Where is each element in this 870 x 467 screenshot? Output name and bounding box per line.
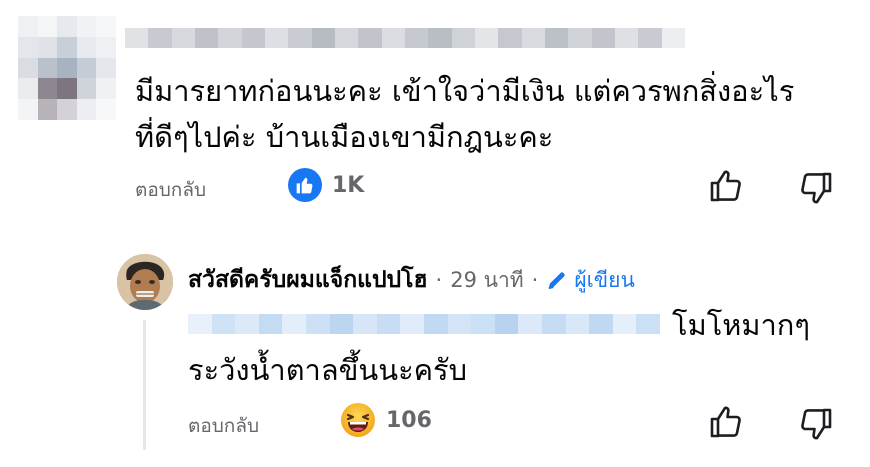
reply-thread-line xyxy=(143,320,146,450)
author-badge: ผู้เขียน xyxy=(546,264,635,297)
reply-avatar[interactable] xyxy=(117,254,173,310)
reply-reaction-summary[interactable]: 106 xyxy=(340,402,432,438)
author-badge-label: ผู้เขียน xyxy=(574,267,635,292)
reply-author-name[interactable]: สวัสดีครับผมแจ็กแปปโฮ xyxy=(188,262,428,298)
pencil-icon xyxy=(548,272,566,290)
meta-separator: · xyxy=(435,268,443,292)
reply-text-line-2: ระวังน้ำตาลขึ้นนะครับ xyxy=(188,353,468,387)
laughing-face-icon xyxy=(341,403,375,437)
reply-button[interactable]: ตอบกลับ xyxy=(135,175,206,205)
thumbs-down-icon[interactable] xyxy=(796,168,836,208)
mentioned-name-pixelated[interactable] xyxy=(188,314,660,334)
reply-reaction-count: 106 xyxy=(386,407,432,433)
reply-thumbs-down-icon[interactable] xyxy=(796,404,836,444)
reaction-summary[interactable]: 1K xyxy=(288,168,364,202)
reaction-count: 1K xyxy=(332,172,365,198)
meta-separator-2: · xyxy=(531,268,539,292)
comment-text-line-2: ที่ดีๆไปค่ะ บ้านเมืองเขามีกฎนะคะ xyxy=(135,120,554,154)
commenter-avatar-pixelated[interactable] xyxy=(18,16,116,120)
comment-text-line-1: มีมารยาทก่อนนะคะ เข้าใจว่ามีเงิน แต่ควรพ… xyxy=(135,74,795,108)
commenter-name-pixelated[interactable] xyxy=(125,28,685,48)
reply-text-line-1-suffix: โมโหมากๆ xyxy=(672,308,810,342)
thumbs-up-icon[interactable] xyxy=(706,166,746,206)
reply-reply-button[interactable]: ตอบกลับ xyxy=(188,411,259,441)
reply-thumbs-up-icon[interactable] xyxy=(706,402,746,442)
reply-header: สวัสดีครับผมแจ็กแปปโฮ · 29 นาที · ผู้เขี… xyxy=(188,262,635,298)
like-icon xyxy=(288,168,322,202)
reply-timestamp[interactable]: 29 นาที xyxy=(450,264,523,297)
comment-body: มีมารยาทก่อนนะคะ เข้าใจว่ามีเงิน แต่ควรพ… xyxy=(135,68,855,160)
